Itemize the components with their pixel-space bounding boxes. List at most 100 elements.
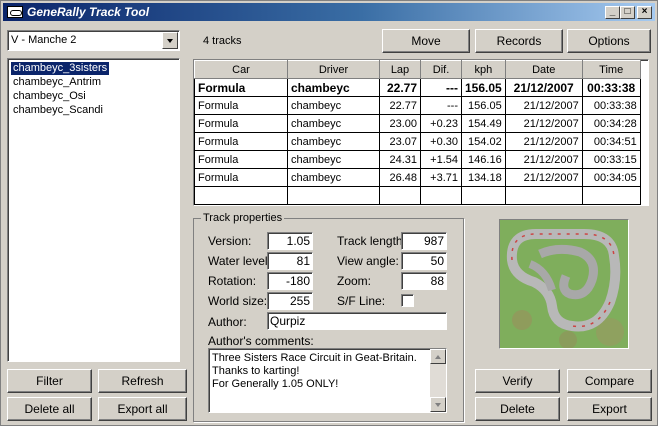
table-row[interactable]: Formula chambeyc 26.48 +3.71 134.18 21/1…	[194, 168, 641, 187]
track-properties-label: Track properties	[201, 212, 285, 224]
table-cell: chambeyc	[287, 114, 380, 133]
table-cell: chambeyc	[287, 78, 380, 97]
column-header[interactable]: Dif.	[420, 60, 462, 79]
window-title: GeneRally Track Tool	[27, 5, 150, 19]
version-field[interactable]: 1.05	[267, 232, 313, 250]
table-cell: 22.77	[379, 78, 421, 97]
scroll-up-icon[interactable]	[430, 349, 446, 364]
track-list-item[interactable]: chambeyc_Osi	[11, 90, 88, 103]
compare-button[interactable]: Compare	[567, 369, 652, 393]
water-level-label: Water level:	[208, 254, 271, 268]
records-button[interactable]: Records	[475, 29, 563, 53]
table-cell: +0.30	[420, 132, 462, 151]
sf-line-label: S/F Line:	[337, 294, 386, 308]
app-icon	[7, 6, 23, 18]
table-header-row: Car Driver Lap Dif. kph Date Time	[194, 60, 641, 79]
world-size-label: World size:	[208, 294, 268, 308]
author-field[interactable]: Qurpiz	[267, 312, 447, 330]
export-button[interactable]: Export	[567, 397, 652, 421]
track-list[interactable]: chambeyc_3sisters chambeyc_Antrim chambe…	[7, 58, 180, 362]
table-cell: Formula	[194, 114, 288, 133]
records-table: Car Driver Lap Dif. kph Date Time Formul…	[194, 60, 641, 205]
track-list-item[interactable]: chambeyc_Scandi	[11, 104, 105, 117]
table-cell: 156.05	[461, 96, 506, 115]
column-header[interactable]: Lap	[379, 60, 421, 79]
verify-button[interactable]: Verify	[475, 369, 560, 393]
table-cell: Formula	[194, 132, 288, 151]
table-cell: 00:33:38	[581, 78, 641, 97]
zoom-label: Zoom:	[337, 274, 372, 288]
table-cell: 00:34:05	[581, 168, 641, 187]
table-cell: chambeyc	[287, 96, 380, 115]
maximize-button[interactable]: □	[620, 6, 635, 19]
table-cell: 00:33:38	[581, 96, 641, 115]
table-cell: 154.49	[461, 114, 506, 133]
move-button[interactable]: Move	[382, 29, 470, 53]
track-list-item[interactable]: chambeyc_Antrim	[11, 76, 103, 89]
track-length-field[interactable]: 987	[401, 232, 447, 250]
table-row[interactable]: Formula chambeyc 23.00 +0.23 154.49 21/1…	[194, 114, 641, 133]
options-button[interactable]: Options	[567, 29, 651, 53]
table-cell: Formula	[194, 96, 288, 115]
table-cell: 23.00	[379, 114, 421, 133]
table-cell: chambeyc	[287, 132, 380, 151]
table-cell: 21/12/2007	[504, 132, 583, 151]
comments-label: Author's comments:	[208, 334, 314, 348]
column-header[interactable]: Car	[194, 60, 288, 79]
table-cell: 21/12/2007	[504, 78, 583, 97]
track-length-label: Track length:	[337, 234, 406, 248]
table-cell: ---	[420, 96, 462, 115]
table-row-empty	[194, 186, 641, 205]
column-header[interactable]: Time	[581, 60, 641, 79]
table-row[interactable]: Formula chambeyc 24.31 +1.54 146.16 21/1…	[194, 150, 641, 169]
track-list-item[interactable]: chambeyc_3sisters	[9, 61, 111, 76]
table-row[interactable]: Formula chambeyc 22.77 --- 156.05 21/12/…	[194, 96, 641, 115]
export-all-button[interactable]: Export all	[98, 397, 187, 421]
column-header[interactable]: kph	[461, 60, 506, 79]
zoom-field[interactable]: 88	[401, 272, 447, 290]
author-label: Author:	[208, 315, 247, 329]
chevron-down-icon[interactable]	[162, 32, 178, 49]
minimize-button[interactable]: _	[605, 6, 620, 19]
filter-button[interactable]: Filter	[7, 369, 92, 393]
water-level-field[interactable]: 81	[267, 252, 313, 270]
column-header[interactable]: Driver	[287, 60, 380, 79]
table-cell: 00:34:28	[581, 114, 641, 133]
delete-button[interactable]: Delete	[475, 397, 560, 421]
table-cell: 21/12/2007	[504, 114, 583, 133]
column-header[interactable]: Date	[504, 60, 583, 79]
track-preview-map	[499, 219, 629, 349]
table-cell: 156.05	[461, 78, 506, 97]
view-angle-field[interactable]: 50	[401, 252, 447, 270]
table-cell: 21/12/2007	[504, 150, 583, 169]
table-row[interactable]: Formula chambeyc 23.07 +0.30 154.02 21/1…	[194, 132, 641, 151]
table-cell: 146.16	[461, 150, 506, 169]
table-cell: chambeyc	[287, 168, 380, 187]
comment-line: Three Sisters Race Circuit in Geat-Brita…	[212, 352, 417, 364]
table-cell: 21/12/2007	[504, 168, 583, 187]
main-window: GeneRally Track Tool _ □ × V - Manche 2 …	[0, 0, 658, 426]
delete-all-button[interactable]: Delete all	[7, 397, 92, 421]
table-cell: +3.71	[420, 168, 462, 187]
table-cell: 154.02	[461, 132, 506, 151]
refresh-button[interactable]: Refresh	[98, 369, 187, 393]
best-lap-row[interactable]: Formula chambeyc 22.77 --- 156.05 21/12/…	[194, 78, 641, 97]
scroll-down-icon[interactable]	[430, 397, 446, 412]
view-angle-label: View angle:	[337, 254, 399, 268]
comments-scrollbar[interactable]	[430, 349, 446, 412]
season-select-value: V - Manche 2	[11, 34, 77, 46]
table-cell: 00:33:15	[581, 150, 641, 169]
close-button[interactable]: ×	[637, 6, 652, 19]
season-select[interactable]: V - Manche 2	[7, 30, 180, 51]
table-cell: chambeyc	[287, 150, 380, 169]
table-cell: ---	[420, 78, 462, 97]
track-count: 4 tracks	[203, 35, 242, 47]
sf-line-checkbox[interactable]	[401, 294, 414, 307]
rotation-field[interactable]: -180	[267, 272, 313, 290]
comments-textarea[interactable]: Three Sisters Race Circuit in Geat-Brita…	[208, 348, 447, 413]
track-map-image	[500, 220, 628, 348]
table-cell: Formula	[194, 78, 288, 97]
world-size-field[interactable]: 255	[267, 292, 313, 310]
table-cell: 22.77	[379, 96, 421, 115]
table-cell: Formula	[194, 150, 288, 169]
